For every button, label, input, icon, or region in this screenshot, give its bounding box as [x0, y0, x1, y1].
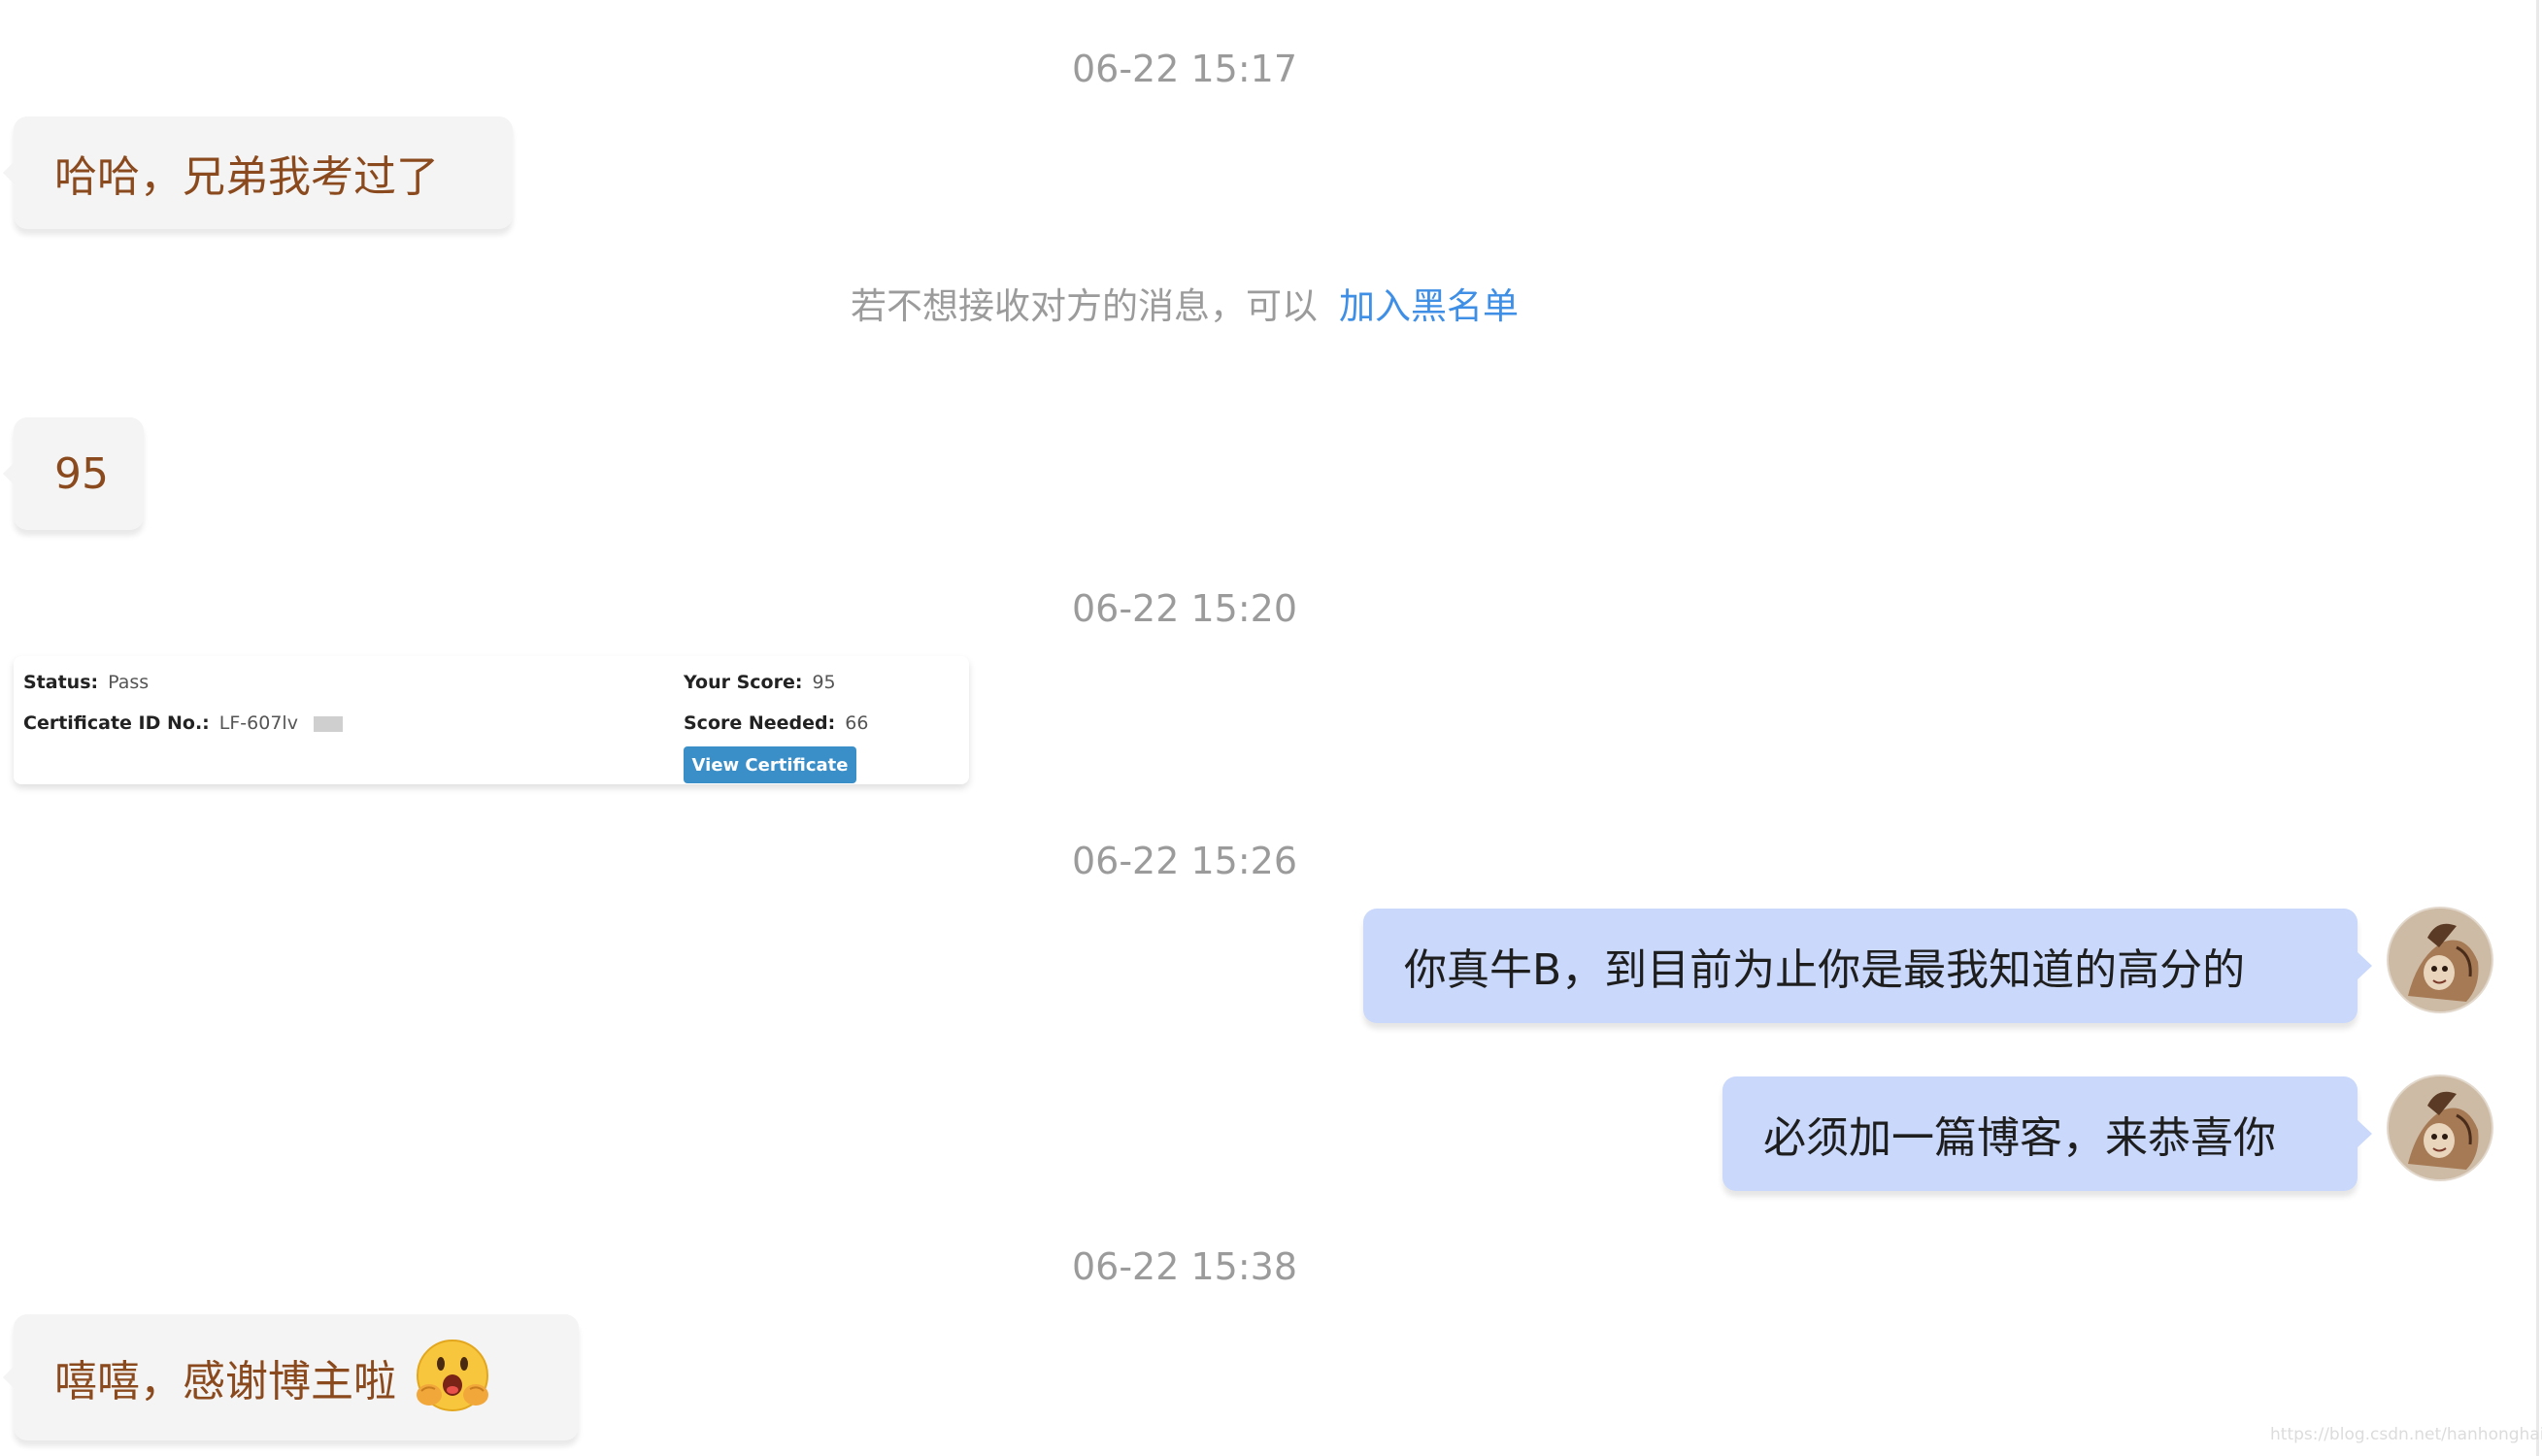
message-text: 哈哈，兄弟我考过了 — [54, 152, 439, 202]
blacklist-link[interactable]: 加入黑名单 — [1339, 285, 1519, 327]
system-note-text: 若不想接收对方的消息，可以 — [851, 285, 1318, 327]
avatar[interactable] — [2389, 1076, 2492, 1179]
score-needed-value: 66 — [845, 712, 869, 734]
message-text: 必须加一篇博客，来恭喜你 — [1763, 1113, 2276, 1163]
score-value: 95 — [812, 672, 836, 693]
message-text: 95 — [54, 448, 109, 499]
score-label: Your Score: — [684, 672, 803, 693]
timestamp: 06-22 15:26 — [1071, 840, 1297, 882]
avatar-image — [2389, 1076, 2492, 1179]
status-value: Pass — [108, 672, 150, 693]
score-row: Your Score: 95 — [684, 674, 836, 692]
score-needed-row: Score Needed: 66 — [684, 714, 868, 733]
score-needed-label: Score Needed: — [684, 712, 836, 734]
status-row: Status: Pass — [23, 674, 149, 692]
timestamp: 06-22 15:20 — [1071, 587, 1297, 630]
redacted-block — [313, 715, 343, 732]
avatar[interactable] — [2389, 909, 2492, 1011]
certificate-id-label: Certificate ID No.: — [23, 712, 210, 734]
timestamp: 06-22 15:38 — [1071, 1245, 1297, 1288]
watermark: https://blog.csdn.net/hanhonghai123 — [2270, 1425, 2542, 1444]
scrollbar-track[interactable] — [2536, 0, 2539, 1456]
system-note: 若不想接收对方的消息，可以 加入黑名单 — [0, 288, 2369, 324]
message-bubble[interactable]: 哈哈，兄弟我考过了 — [3, 116, 513, 229]
status-label: Status: — [23, 672, 99, 693]
hugging-face-emoji-icon — [410, 1335, 495, 1420]
timestamp: 06-22 15:17 — [1071, 48, 1297, 90]
message-bubble[interactable]: 嘻嘻，感谢博主啦 — [3, 1314, 579, 1440]
message-text: 嘻嘻，感谢博主啦 — [54, 1357, 396, 1406]
certificate-id-value: LF-607lv — [218, 712, 298, 734]
message-text: 你真牛B，到目前为止你是最我知道的高分的 — [1404, 945, 2246, 995]
certificate-card[interactable]: Status: Pass Certificate ID No.: LF-607lv … — [14, 656, 969, 784]
certificate-id-row: Certificate ID No.: LF-607lv — [23, 714, 343, 733]
message-bubble[interactable]: 你真牛B，到目前为止你是最我知道的高分的 — [1363, 909, 2372, 1023]
message-bubble[interactable]: 95 — [3, 417, 144, 530]
view-certificate-button[interactable]: View Certificate — [684, 746, 856, 783]
chat-window: 06-22 15:17 哈哈，兄弟我考过了 若不想接收对方的消息，可以 加入黑名单… — [0, 0, 2542, 1456]
avatar-image — [2389, 909, 2492, 1011]
message-bubble[interactable]: 必须加一篇博客，来恭喜你 — [1723, 1076, 2372, 1191]
